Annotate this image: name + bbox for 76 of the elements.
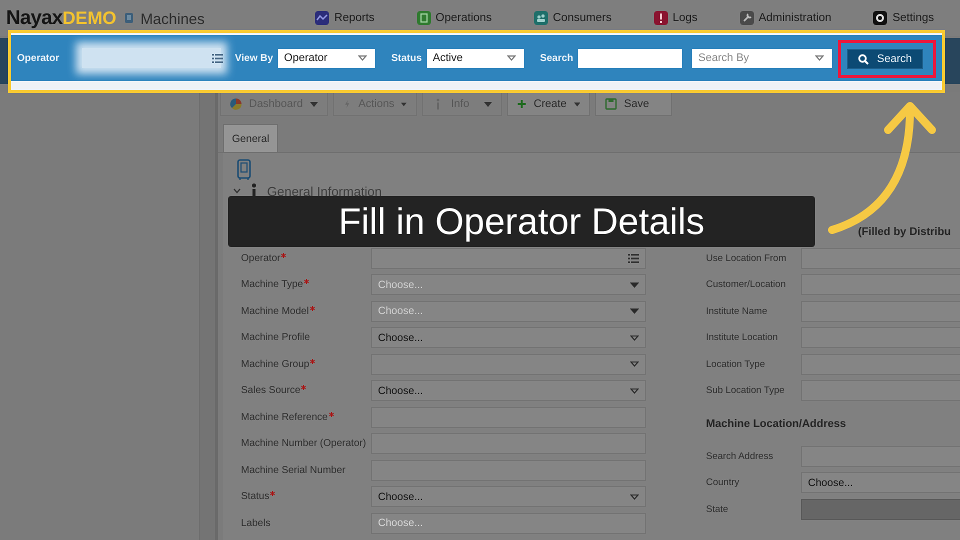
caret-icon: [630, 388, 639, 394]
caret-icon: [630, 282, 639, 288]
field-label: Labels: [241, 518, 270, 529]
field-label: Machine Reference: [241, 412, 328, 423]
vending-machine-icon: [237, 159, 251, 181]
field-label: Status: [241, 491, 270, 502]
filter-label: Search: [540, 52, 574, 64]
caret-icon: [401, 102, 407, 106]
select-field[interactable]: Choose...: [801, 472, 960, 494]
field-label: Customer/Location: [706, 279, 786, 290]
list-icon: [212, 54, 223, 62]
field-label: Sales Source: [241, 385, 300, 396]
input-field[interactable]: [801, 248, 960, 269]
section-title: General Information: [267, 184, 382, 198]
caption-banner: Fill in Operator Details: [228, 196, 815, 247]
machine-icon: [124, 12, 134, 24]
plus-icon: [517, 98, 527, 110]
field-label: Machine Group: [241, 358, 310, 370]
select-field[interactable]: [371, 354, 646, 375]
field-label: Institute Location: [706, 332, 778, 344]
filter-label: Operator: [17, 52, 60, 64]
page-title: Machines: [140, 10, 205, 28]
status-dropdown[interactable]: Active: [426, 48, 524, 68]
caret-icon: [506, 55, 516, 61]
chevron-down-icon[interactable]: [233, 188, 241, 194]
toolbar-button[interactable]: Save: [595, 92, 672, 116]
select-field[interactable]: Choose...: [371, 327, 646, 348]
field-label: Sub Location Type: [706, 385, 785, 396]
section-heading: Machine Location/Address: [706, 418, 846, 430]
nav-link[interactable]: Consumers: [534, 11, 612, 25]
select-field[interactable]: Choose...: [371, 380, 646, 402]
view-by-dropdown[interactable]: Operator: [278, 48, 376, 68]
toolbar-button[interactable]: Create: [507, 92, 590, 116]
field-label: Institute Name: [706, 306, 768, 317]
field-label: Machine Profile: [241, 332, 310, 344]
select-field[interactable]: Choose...: [371, 486, 646, 508]
nav-link[interactable]: Administration: [740, 11, 832, 25]
logo-text: Nayax: [6, 6, 62, 30]
caret-icon: [814, 55, 824, 61]
field-label: Machine Serial Number: [241, 464, 346, 476]
input-field[interactable]: Choose...: [371, 512, 646, 534]
splitter[interactable]: [200, 92, 218, 540]
list-icon: [628, 254, 639, 263]
search-button[interactable]: Search: [846, 49, 923, 69]
operator-field[interactable]: [82, 48, 221, 68]
field-label: Machine Model: [241, 306, 309, 317]
field-label: Location Type: [706, 358, 765, 370]
search-by-dropdown[interactable]: Search By: [692, 48, 832, 68]
field-label: Use Location From: [706, 252, 786, 264]
nav-link[interactable]: Settings: [873, 11, 934, 25]
field-label: Machine Number (Operator): [241, 438, 366, 450]
pie-chart-icon: [230, 98, 242, 110]
field-label: Operator: [241, 252, 280, 264]
field-label: Machine Type: [241, 279, 304, 290]
caret-icon: [630, 361, 639, 368]
caret-icon: [630, 334, 639, 341]
tab[interactable]: General: [223, 124, 278, 152]
lookup-field[interactable]: [371, 248, 646, 269]
caret-icon: [630, 308, 639, 314]
logo-tag: DEMO: [62, 8, 116, 28]
nav-link[interactable]: Operations: [416, 11, 492, 25]
filter-label: View By: [234, 52, 274, 64]
caret-icon: [574, 102, 580, 106]
search-field[interactable]: [578, 48, 682, 68]
field-label: State: [706, 504, 728, 515]
section-heading: (Filled by Distribu: [858, 226, 951, 238]
caret-icon: [310, 102, 318, 106]
caret-icon: [630, 494, 639, 500]
caret-icon: [358, 55, 368, 61]
caret-icon: [484, 102, 492, 106]
search-icon: [858, 54, 870, 64]
field-label: Search Address: [706, 450, 774, 462]
filter-label: Status: [391, 52, 422, 64]
nav-link[interactable]: Reports: [315, 11, 375, 25]
nav-link[interactable]: Logs: [654, 11, 698, 25]
field-label: Country: [706, 477, 740, 488]
